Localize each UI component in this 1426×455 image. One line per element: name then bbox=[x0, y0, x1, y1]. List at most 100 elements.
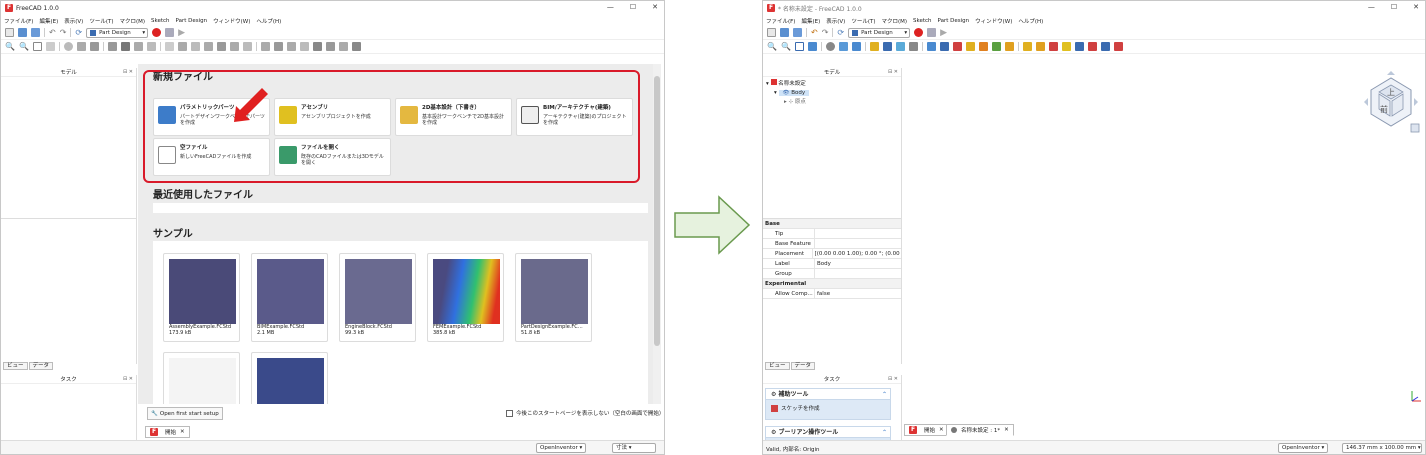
tab-view[interactable]: ビュー bbox=[765, 362, 790, 370]
link-icon[interactable] bbox=[895, 42, 905, 51]
draw-style-icon[interactable] bbox=[794, 42, 804, 51]
close-button[interactable]: ✕ bbox=[652, 3, 658, 11]
maximize-button[interactable]: ☐ bbox=[1391, 3, 1397, 11]
task-helper-header[interactable]: ⚙ 補助ツール ⌃ bbox=[766, 389, 890, 400]
axo-icon[interactable] bbox=[76, 42, 86, 51]
part-icon[interactable] bbox=[869, 42, 879, 51]
zoom-select-icon[interactable]: 🔍 bbox=[19, 42, 29, 51]
folder-icon[interactable] bbox=[120, 42, 130, 51]
save-icon[interactable] bbox=[31, 28, 40, 37]
maximize-button[interactable]: ☐ bbox=[630, 3, 636, 11]
menu-sketch[interactable]: Sketch bbox=[151, 18, 170, 24]
cube-arrow-up-icon[interactable] bbox=[1387, 71, 1395, 75]
menu-window[interactable]: ウィンドウ(W) bbox=[975, 17, 1012, 25]
menu-sketch[interactable]: Sketch bbox=[913, 18, 932, 24]
menu-file[interactable]: ファイル(F) bbox=[4, 17, 33, 25]
menu-view[interactable]: 表示(V) bbox=[826, 17, 845, 25]
record-macro-icon[interactable] bbox=[914, 28, 924, 37]
menu-part-design[interactable]: Part Design bbox=[176, 18, 208, 24]
nav-style-dropdown[interactable]: OpenInventor ▾ bbox=[1278, 443, 1329, 453]
sample-assembly[interactable]: AssemblyExample.FCStd 173.9 kB bbox=[163, 253, 240, 342]
braces-icon[interactable] bbox=[908, 42, 918, 51]
redo-icon[interactable]: ↷ bbox=[60, 28, 67, 37]
body-icon[interactable] bbox=[177, 42, 187, 51]
minimize-button[interactable]: — bbox=[1368, 3, 1375, 11]
mirror-icon[interactable] bbox=[1100, 42, 1110, 51]
folder-icon[interactable] bbox=[882, 42, 892, 51]
macro-editor-icon[interactable] bbox=[927, 28, 937, 37]
close-icon[interactable]: ✕ bbox=[1004, 427, 1009, 433]
sketch-icon[interactable] bbox=[190, 42, 200, 51]
sweep-icon[interactable] bbox=[286, 42, 296, 51]
draw-style-icon[interactable] bbox=[32, 42, 42, 51]
loft-icon[interactable] bbox=[1035, 42, 1045, 51]
sample-part-design[interactable]: PartDesignExample.FC… 51.8 kB bbox=[515, 253, 592, 342]
start-page-scrollbar[interactable] bbox=[653, 64, 661, 404]
whats-this-icon[interactable] bbox=[926, 42, 936, 51]
body-icon[interactable] bbox=[939, 42, 949, 51]
nav-style-dropdown[interactable]: OpenInventor ▾ bbox=[536, 443, 587, 453]
menu-macro[interactable]: マクロ(M) bbox=[881, 17, 907, 25]
undo-icon[interactable]: ↶ bbox=[811, 28, 818, 37]
sample-more-2[interactable] bbox=[251, 352, 328, 404]
view-icon[interactable] bbox=[807, 42, 817, 51]
3d-viewport[interactable]: 上 前 bbox=[904, 68, 1425, 420]
units-dropdown[interactable]: 寸法 ▾ bbox=[612, 443, 656, 453]
axo-icon[interactable] bbox=[838, 42, 848, 51]
pad-icon[interactable] bbox=[203, 42, 213, 51]
prop-row[interactable]: Placement [(0.00 0.00 1.00); 0.00 °; (0.0… bbox=[763, 249, 901, 259]
play-macro-icon[interactable]: ▶ bbox=[178, 28, 185, 38]
task-boolean-header[interactable]: ⚙ ブーリアン操作ツール ⌃ bbox=[766, 427, 890, 438]
doc-tab-start[interactable]: F 開始 ✕ bbox=[904, 424, 949, 436]
sample-more-1[interactable] bbox=[163, 352, 240, 404]
zoom-fit-icon[interactable]: 🔍 bbox=[5, 42, 15, 51]
close-button[interactable]: ✕ bbox=[1413, 3, 1419, 11]
helix-icon[interactable] bbox=[1061, 42, 1071, 51]
link-icon[interactable] bbox=[133, 42, 143, 51]
chamfer-icon[interactable] bbox=[1087, 42, 1097, 51]
zoom-fit-icon[interactable]: 🔍 bbox=[767, 42, 777, 51]
gear-icon[interactable] bbox=[991, 42, 1001, 51]
menu-edit[interactable]: 編集(E) bbox=[801, 17, 820, 25]
first-start-setup-button[interactable]: 🔧 Open first start setup bbox=[147, 407, 223, 420]
save-icon[interactable] bbox=[793, 28, 802, 37]
std-views-icon[interactable] bbox=[825, 42, 835, 51]
panel-controls[interactable]: ⊟ ✕ bbox=[888, 69, 898, 75]
menu-tools[interactable]: ツール(T) bbox=[89, 17, 113, 25]
tree-body[interactable]: ▾ 👁 Body bbox=[766, 89, 898, 98]
prop-row[interactable]: Label Body bbox=[763, 259, 901, 269]
chamfer-icon[interactable] bbox=[325, 42, 335, 51]
braces-icon[interactable] bbox=[146, 42, 156, 51]
helix-icon[interactable] bbox=[299, 42, 309, 51]
tab-view[interactable]: ビュー bbox=[3, 362, 28, 370]
menu-help[interactable]: ヘルプ(H) bbox=[256, 17, 281, 25]
dont-show-checkbox[interactable] bbox=[506, 409, 513, 417]
menu-file[interactable]: ファイル(F) bbox=[766, 17, 795, 25]
redo-icon[interactable]: ↷ bbox=[822, 28, 829, 37]
cube-menu-icon[interactable] bbox=[1410, 123, 1420, 133]
workbench-selector[interactable]: Part Design ▾ bbox=[848, 27, 911, 38]
sample-bim[interactable]: BIMExample.FCStd 2.1 MB bbox=[251, 253, 328, 342]
doc-tab-start[interactable]: F 開始 ✕ bbox=[145, 426, 190, 438]
pattern-icon[interactable] bbox=[1113, 42, 1123, 51]
macro-editor-icon[interactable] bbox=[165, 28, 175, 37]
workbench-selector[interactable]: Part Design ▾ bbox=[86, 27, 149, 38]
view-icon[interactable] bbox=[45, 42, 55, 51]
new-file-icon[interactable] bbox=[767, 28, 776, 37]
prop-row[interactable]: Allow Comp... false bbox=[763, 289, 901, 299]
measure-icon[interactable] bbox=[851, 42, 861, 51]
pocket-icon[interactable] bbox=[978, 42, 988, 51]
task-panel-controls[interactable]: ⊟ ✕ bbox=[888, 376, 898, 382]
collapse-icon[interactable]: ⌃ bbox=[882, 427, 887, 438]
shape-icon[interactable] bbox=[242, 42, 252, 51]
loft-icon[interactable] bbox=[273, 42, 283, 51]
record-macro-icon[interactable] bbox=[152, 28, 162, 37]
minimize-button[interactable]: — bbox=[607, 3, 614, 11]
menu-help[interactable]: ヘルプ(H) bbox=[1018, 17, 1043, 25]
dimension-dropdown[interactable]: 146.37 mm x 100.00 mm ▾ bbox=[1342, 443, 1422, 453]
open-icon[interactable] bbox=[780, 28, 789, 37]
tree-document[interactable]: ▾ 名称未設定 bbox=[766, 79, 898, 89]
task-panel-controls[interactable]: ⊟ ✕ bbox=[123, 376, 133, 382]
menu-part-design[interactable]: Part Design bbox=[938, 18, 970, 24]
cube-arrow-left-icon[interactable] bbox=[1364, 98, 1368, 106]
